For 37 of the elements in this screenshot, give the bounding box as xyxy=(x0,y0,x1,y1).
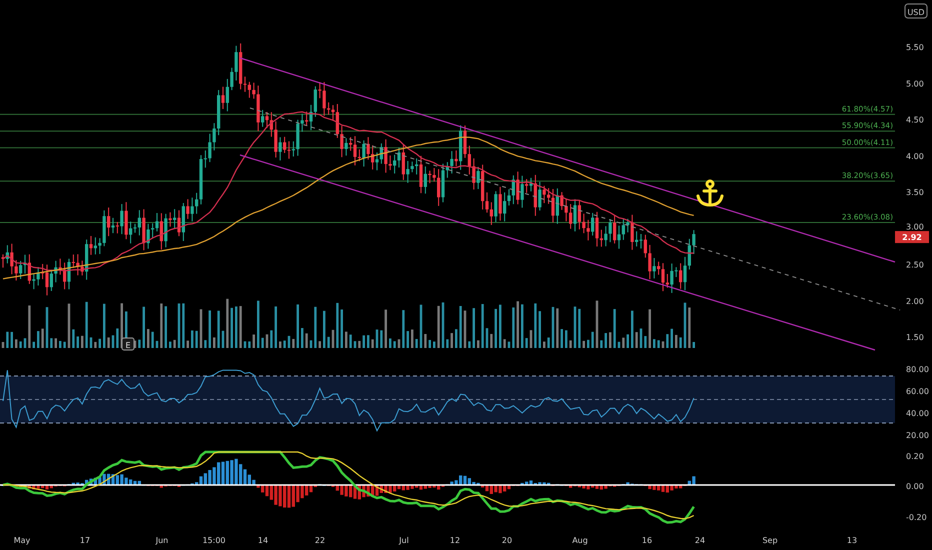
price-axis-label: 5.50 xyxy=(906,43,924,52)
anchor-icon xyxy=(696,180,724,206)
rsi-axis-label: 40.00 xyxy=(906,409,929,418)
last-price-value: 2.92 xyxy=(902,233,922,242)
rsi-axis-label: 60.00 xyxy=(906,387,929,396)
time-axis-label: 17 xyxy=(80,536,90,545)
price-axis-label: 5.00 xyxy=(906,79,924,88)
last-price-tag xyxy=(895,231,929,244)
time-axis-label: 24 xyxy=(694,536,706,545)
price-axis-label: 3.00 xyxy=(906,222,924,232)
price-axis-label: 3.50 xyxy=(906,188,924,197)
time-axis-label: 20 xyxy=(502,536,512,545)
macd-axis-label: -0.20 xyxy=(906,513,927,522)
time-axis-label: Aug xyxy=(572,536,588,545)
time-axis-label: Jun xyxy=(156,536,168,545)
macd-axis-label: 0.20 xyxy=(906,452,924,461)
time-axis-label: May xyxy=(14,536,30,545)
time-axis-label: 16 xyxy=(642,536,652,545)
macd-axis-label: 0.00 xyxy=(906,482,924,491)
price-axis-label: 1.50 xyxy=(906,333,924,342)
rsi-axis-label: 80.00 xyxy=(906,365,929,374)
time-axis-label: 14 xyxy=(258,536,268,545)
time-axis-label: Sep xyxy=(762,536,778,545)
time-axis-label: 15:00 xyxy=(202,536,226,545)
currency-button-label: USD xyxy=(907,8,925,17)
earnings-marker-label: E xyxy=(125,341,131,350)
time-axis-label: 12 xyxy=(450,536,460,545)
rsi-axis-label: 20.00 xyxy=(906,431,929,440)
price-axis-label: 4.00 xyxy=(906,152,924,161)
price-axis-label: 4.50 xyxy=(906,116,924,124)
currency-button[interactable] xyxy=(904,4,928,18)
earnings-marker[interactable] xyxy=(122,338,134,350)
price-axis-label: 2.50 xyxy=(906,260,924,270)
time-axis-label: 22 xyxy=(314,536,326,545)
time-axis-label: Jul xyxy=(399,536,409,545)
time-axis-label: 13 xyxy=(846,536,858,545)
price-axis-label: 2.00 xyxy=(906,296,924,306)
